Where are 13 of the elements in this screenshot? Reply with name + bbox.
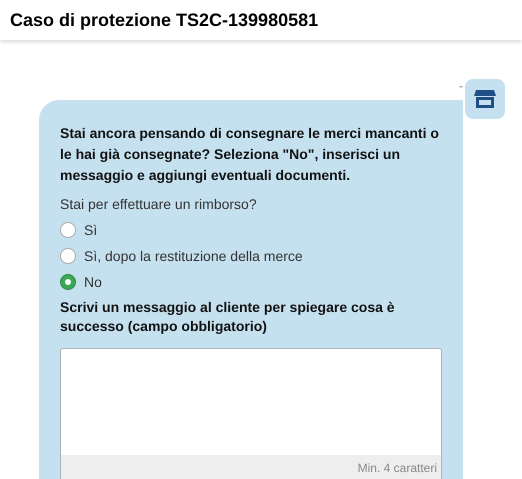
intro-text: Stai ancora pensando di consegnare le merci mancanti o le hai già consegnate? Seleziona "No", inserisci un messaggio e aggiungi eventuali documenti. (60, 124, 440, 185)
sender-mark: - (459, 80, 463, 92)
store-icon (474, 89, 496, 109)
radio-button[interactable] (60, 222, 76, 238)
question-text: Stai per effettuare un rimborso? (60, 195, 258, 214)
character-hint: Min. 4 caratteri (358, 460, 437, 476)
page-title: Caso di protezione TS2C-139980581 (10, 8, 318, 32)
radio-button[interactable] (60, 248, 76, 264)
option-label[interactable]: No (84, 272, 102, 292)
option-label[interactable]: Sì (84, 220, 98, 240)
option-label[interactable]: Sì, dopo la restituzione della merce (84, 246, 303, 266)
radio-button[interactable] (60, 274, 76, 290)
message-label: Scrivi un messaggio al cliente per spiegare cosa è successo (campo obbligatorio) (60, 298, 396, 336)
